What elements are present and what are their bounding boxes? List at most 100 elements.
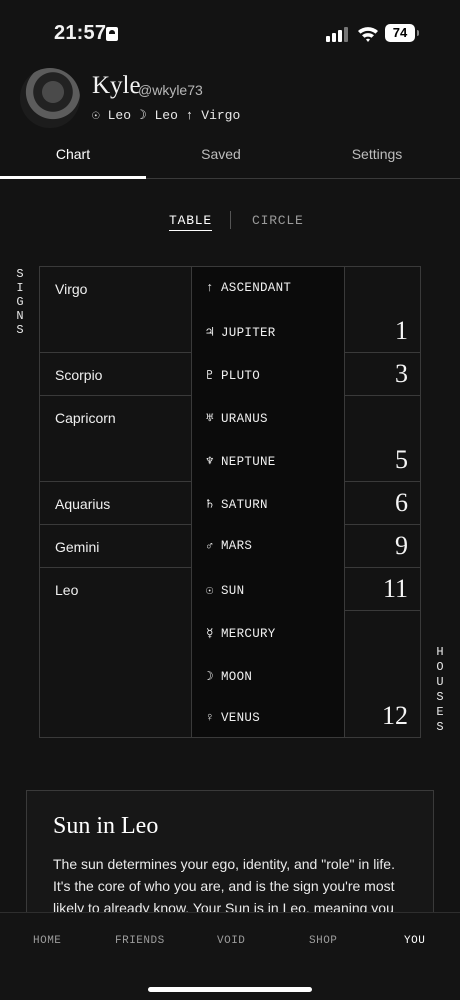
houses-letter: E (436, 705, 444, 719)
nav-void[interactable]: VOID (217, 935, 245, 947)
saturn-icon: ♄ (206, 498, 214, 512)
planet-label: SATURN (221, 498, 268, 512)
signs-letter: S (16, 267, 24, 281)
house-cell[interactable]: 1 (345, 267, 420, 353)
toggle-divider (230, 211, 231, 229)
profile-header: Kyle @wkyle73 ☉ Leo ☽ Leo ↑ Virgo (20, 68, 440, 130)
tab-chart[interactable]: Chart (0, 146, 146, 162)
house-number: 5 (395, 445, 408, 474)
houses-axis-label: H O U S E S (434, 645, 446, 735)
contact-card-icon (106, 27, 118, 41)
placement-detail-card[interactable]: Sun in Leo The sun determines your ego, … (26, 790, 434, 930)
planet-row-sun[interactable]: ☉ SUN (206, 582, 244, 598)
profile-handle: @wkyle73 (138, 82, 203, 98)
sign-cell[interactable]: Leo (40, 568, 191, 737)
planet-label: JUPITER (221, 326, 276, 340)
circle-view-toggle[interactable]: CIRCLE (252, 213, 304, 228)
uranus-icon: ♅ (206, 412, 214, 426)
planet-label: MARS (221, 539, 253, 553)
cellular-signal-icon (326, 26, 348, 42)
moon-icon: ☽ (206, 670, 214, 684)
sign-label: Virgo (55, 281, 88, 297)
signs-letter: N (16, 309, 24, 323)
sign-label: Leo (55, 582, 79, 598)
sign-label: Gemini (55, 539, 100, 555)
tab-settings[interactable]: Settings (302, 146, 452, 162)
neptune-icon: ♆ (206, 455, 214, 469)
planet-row-uranus[interactable]: ♅ URANUS (206, 410, 268, 426)
placement-description: The sun determines your ego, identity, a… (53, 856, 395, 916)
sign-label: Scorpio (55, 367, 103, 383)
tab-saved[interactable]: Saved (146, 146, 296, 162)
planet-label: SUN (221, 584, 245, 598)
house-number: 12 (382, 701, 408, 730)
jupiter-icon: ♃ (206, 326, 214, 340)
house-number: 1 (395, 316, 408, 345)
planet-row-moon[interactable]: ☽ MOON (206, 668, 252, 684)
signs-column: Virgo Scorpio Capricorn Aquarius Gemini … (40, 267, 192, 737)
home-indicator[interactable] (148, 987, 312, 992)
signs-letter: S (16, 323, 24, 337)
planet-row-ascendant[interactable]: ↑ ASCENDANT (206, 281, 291, 295)
ascendant-icon: ↑ (206, 281, 214, 295)
planet-row-saturn[interactable]: ♄ SATURN (206, 496, 268, 512)
house-cell[interactable]: 12 (345, 611, 420, 737)
planet-row-pluto[interactable]: ♇ PLUTO (206, 367, 260, 383)
houses-letter: S (436, 720, 444, 734)
pluto-icon: ♇ (206, 369, 214, 383)
signs-letter: G (16, 295, 24, 309)
battery-indicator: 74 (385, 24, 419, 42)
mercury-icon: ☿ (206, 627, 214, 641)
house-cell[interactable]: 5 (345, 396, 420, 482)
houses-letter: O (436, 660, 444, 674)
sign-cell[interactable]: Capricorn (40, 396, 191, 482)
wifi-icon (358, 27, 378, 42)
house-number: 9 (395, 531, 408, 560)
planet-row-neptune[interactable]: ♆ NEPTUNE (206, 453, 276, 469)
planet-label: MOON (221, 670, 253, 684)
planet-label: PLUTO (221, 369, 261, 383)
planet-row-mercury[interactable]: ☿ MERCURY (206, 625, 276, 641)
status-bar: 21:57 74 (0, 0, 460, 64)
house-number: 6 (395, 488, 408, 517)
planet-row-venus[interactable]: ♀ VENUS (206, 711, 260, 725)
planet-label: URANUS (221, 412, 268, 426)
sign-cell[interactable]: Virgo (40, 267, 191, 353)
planet-row-mars[interactable]: ♂ MARS (206, 539, 252, 553)
houses-letter: U (436, 675, 444, 689)
house-cell[interactable]: 6 (345, 482, 420, 525)
sign-cell[interactable]: Scorpio (40, 353, 191, 396)
nav-shop[interactable]: SHOP (309, 935, 337, 947)
signs-axis-label: S I G N S (14, 267, 26, 337)
sun-icon: ☉ (206, 584, 214, 598)
planet-label: VENUS (221, 711, 261, 725)
planets-column: ↑ ASCENDANT ♃ JUPITER ♇ PLUTO ♅ URANUS ♆ NEPT… (192, 267, 345, 737)
sign-cell[interactable]: Gemini (40, 525, 191, 568)
placement-title: Sun in Leo (53, 813, 159, 839)
nav-home[interactable]: HOME (33, 935, 61, 947)
houses-letter: S (436, 690, 444, 704)
houses-column: 1 3 5 6 9 11 12 (345, 267, 420, 737)
houses-letter: H (436, 645, 444, 659)
profile-tabs: Chart Saved Settings (0, 136, 460, 179)
planet-label: NEPTUNE (221, 455, 276, 469)
planet-label: MERCURY (221, 627, 276, 641)
nav-you[interactable]: YOU (404, 935, 425, 947)
chart-table: Virgo Scorpio Capricorn Aquarius Gemini … (39, 266, 421, 738)
house-cell[interactable]: 9 (345, 525, 420, 568)
house-cell[interactable]: 3 (345, 353, 420, 396)
profile-name: Kyle (92, 72, 141, 99)
house-cell[interactable]: 11 (345, 568, 420, 611)
active-tab-indicator (0, 176, 146, 179)
sign-cell[interactable]: Aquarius (40, 482, 191, 525)
avatar[interactable] (20, 68, 80, 128)
status-time: 21:57 (54, 22, 107, 44)
big-three-signs: ☉ Leo ☽ Leo ↑ Virgo (92, 108, 241, 123)
sign-label: Aquarius (55, 496, 111, 512)
table-view-toggle[interactable]: TABLE (169, 213, 213, 231)
nav-friends[interactable]: FRIENDS (115, 935, 165, 947)
house-number: 3 (395, 359, 408, 388)
mars-icon: ♂ (206, 539, 214, 553)
venus-icon: ♀ (206, 711, 214, 725)
planet-row-jupiter[interactable]: ♃ JUPITER (206, 324, 276, 340)
